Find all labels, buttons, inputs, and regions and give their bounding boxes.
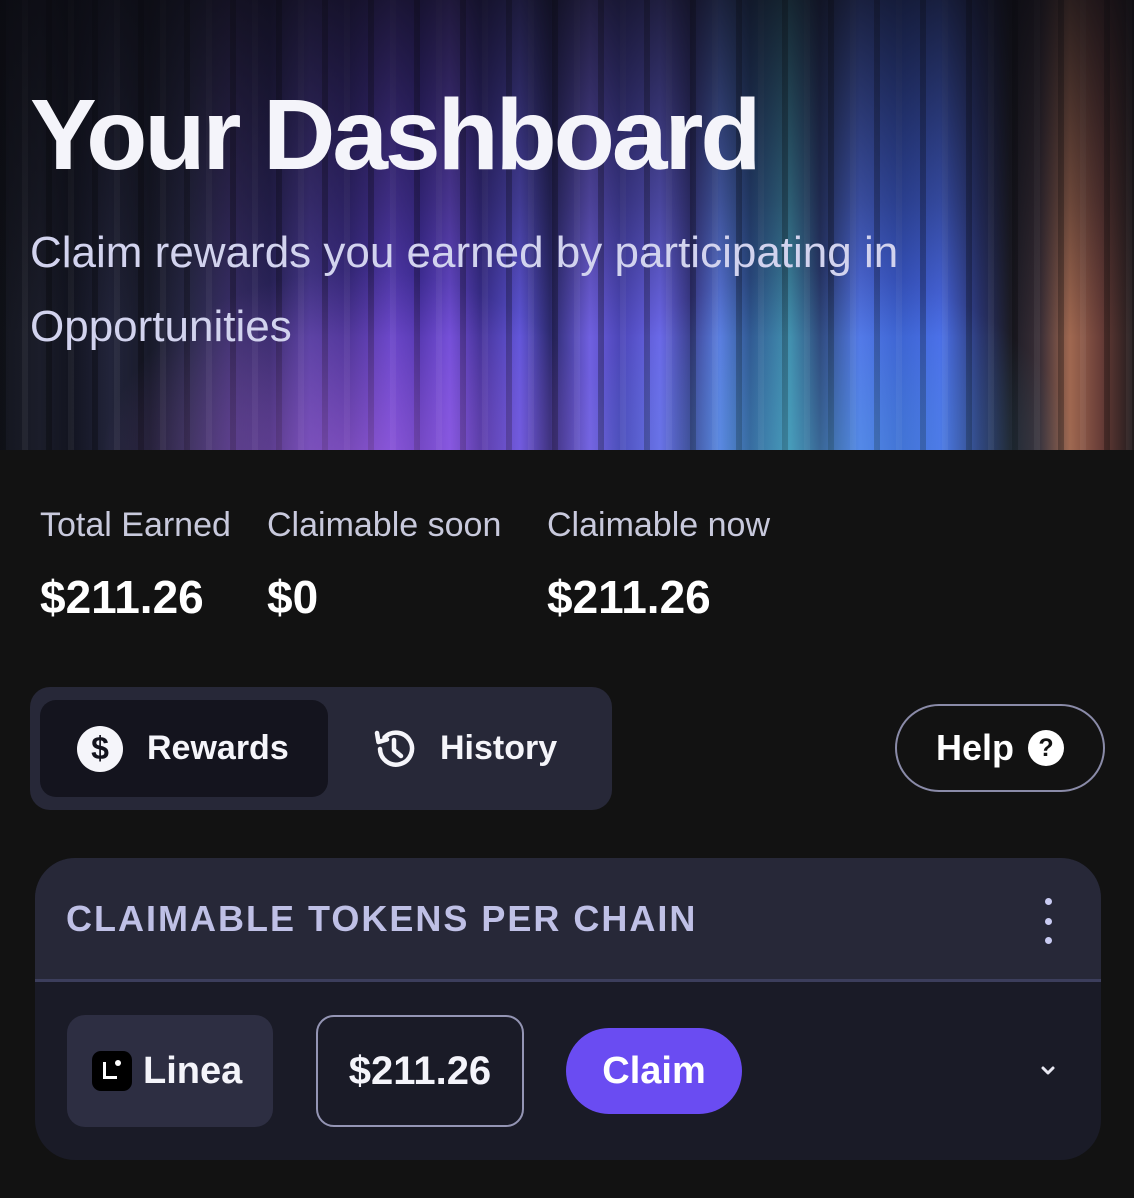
card-title: CLAIMABLE TOKENS PER CHAIN <box>66 898 698 939</box>
chevron-down-icon[interactable] <box>1035 1058 1061 1084</box>
chain-name: Linea <box>143 1049 243 1092</box>
stat-value-claimable-now: $211.26 <box>547 571 711 623</box>
tab-history[interactable]: History <box>360 700 600 797</box>
more-options-icon[interactable] <box>1035 898 1061 944</box>
claimable-amount: $211.26 <box>316 1015 524 1127</box>
hero-banner: Your Dashboard Claim rewards you earned … <box>0 0 1134 450</box>
claim-button[interactable]: Claim <box>566 1028 742 1114</box>
tab-history-label: History <box>440 729 558 767</box>
linea-logo-icon <box>92 1051 132 1091</box>
stat-value-claimable-soon: $0 <box>267 571 319 623</box>
stat-label-total-earned: Total Earned <box>40 506 231 544</box>
stat-label-claimable-soon: Claimable soon <box>267 506 502 544</box>
card-header: CLAIMABLE TOKENS PER CHAIN <box>35 858 1101 982</box>
stat-value-total-earned: $211.26 <box>40 571 204 623</box>
chain-chip-linea: Linea <box>67 1015 273 1127</box>
help-button[interactable]: Help ? <box>895 704 1105 792</box>
dashboard-tabs: $ Rewards History <box>30 687 612 810</box>
page-subtitle: Claim rewards you earned by participatin… <box>30 228 899 351</box>
stat-label-claimable-now: Claimable now <box>547 506 770 544</box>
tab-rewards-label: Rewards <box>147 729 289 767</box>
dollar-circle-icon: $ <box>77 725 123 772</box>
question-circle-icon: ? <box>1028 730 1064 766</box>
tab-rewards[interactable]: $ Rewards <box>40 700 328 797</box>
page-title: Your Dashboard <box>30 79 761 191</box>
history-clock-icon <box>374 729 415 767</box>
help-button-label: Help <box>935 727 1014 768</box>
claimable-tokens-card: CLAIMABLE TOKENS PER CHAIN Linea $211.26… <box>35 858 1101 1160</box>
